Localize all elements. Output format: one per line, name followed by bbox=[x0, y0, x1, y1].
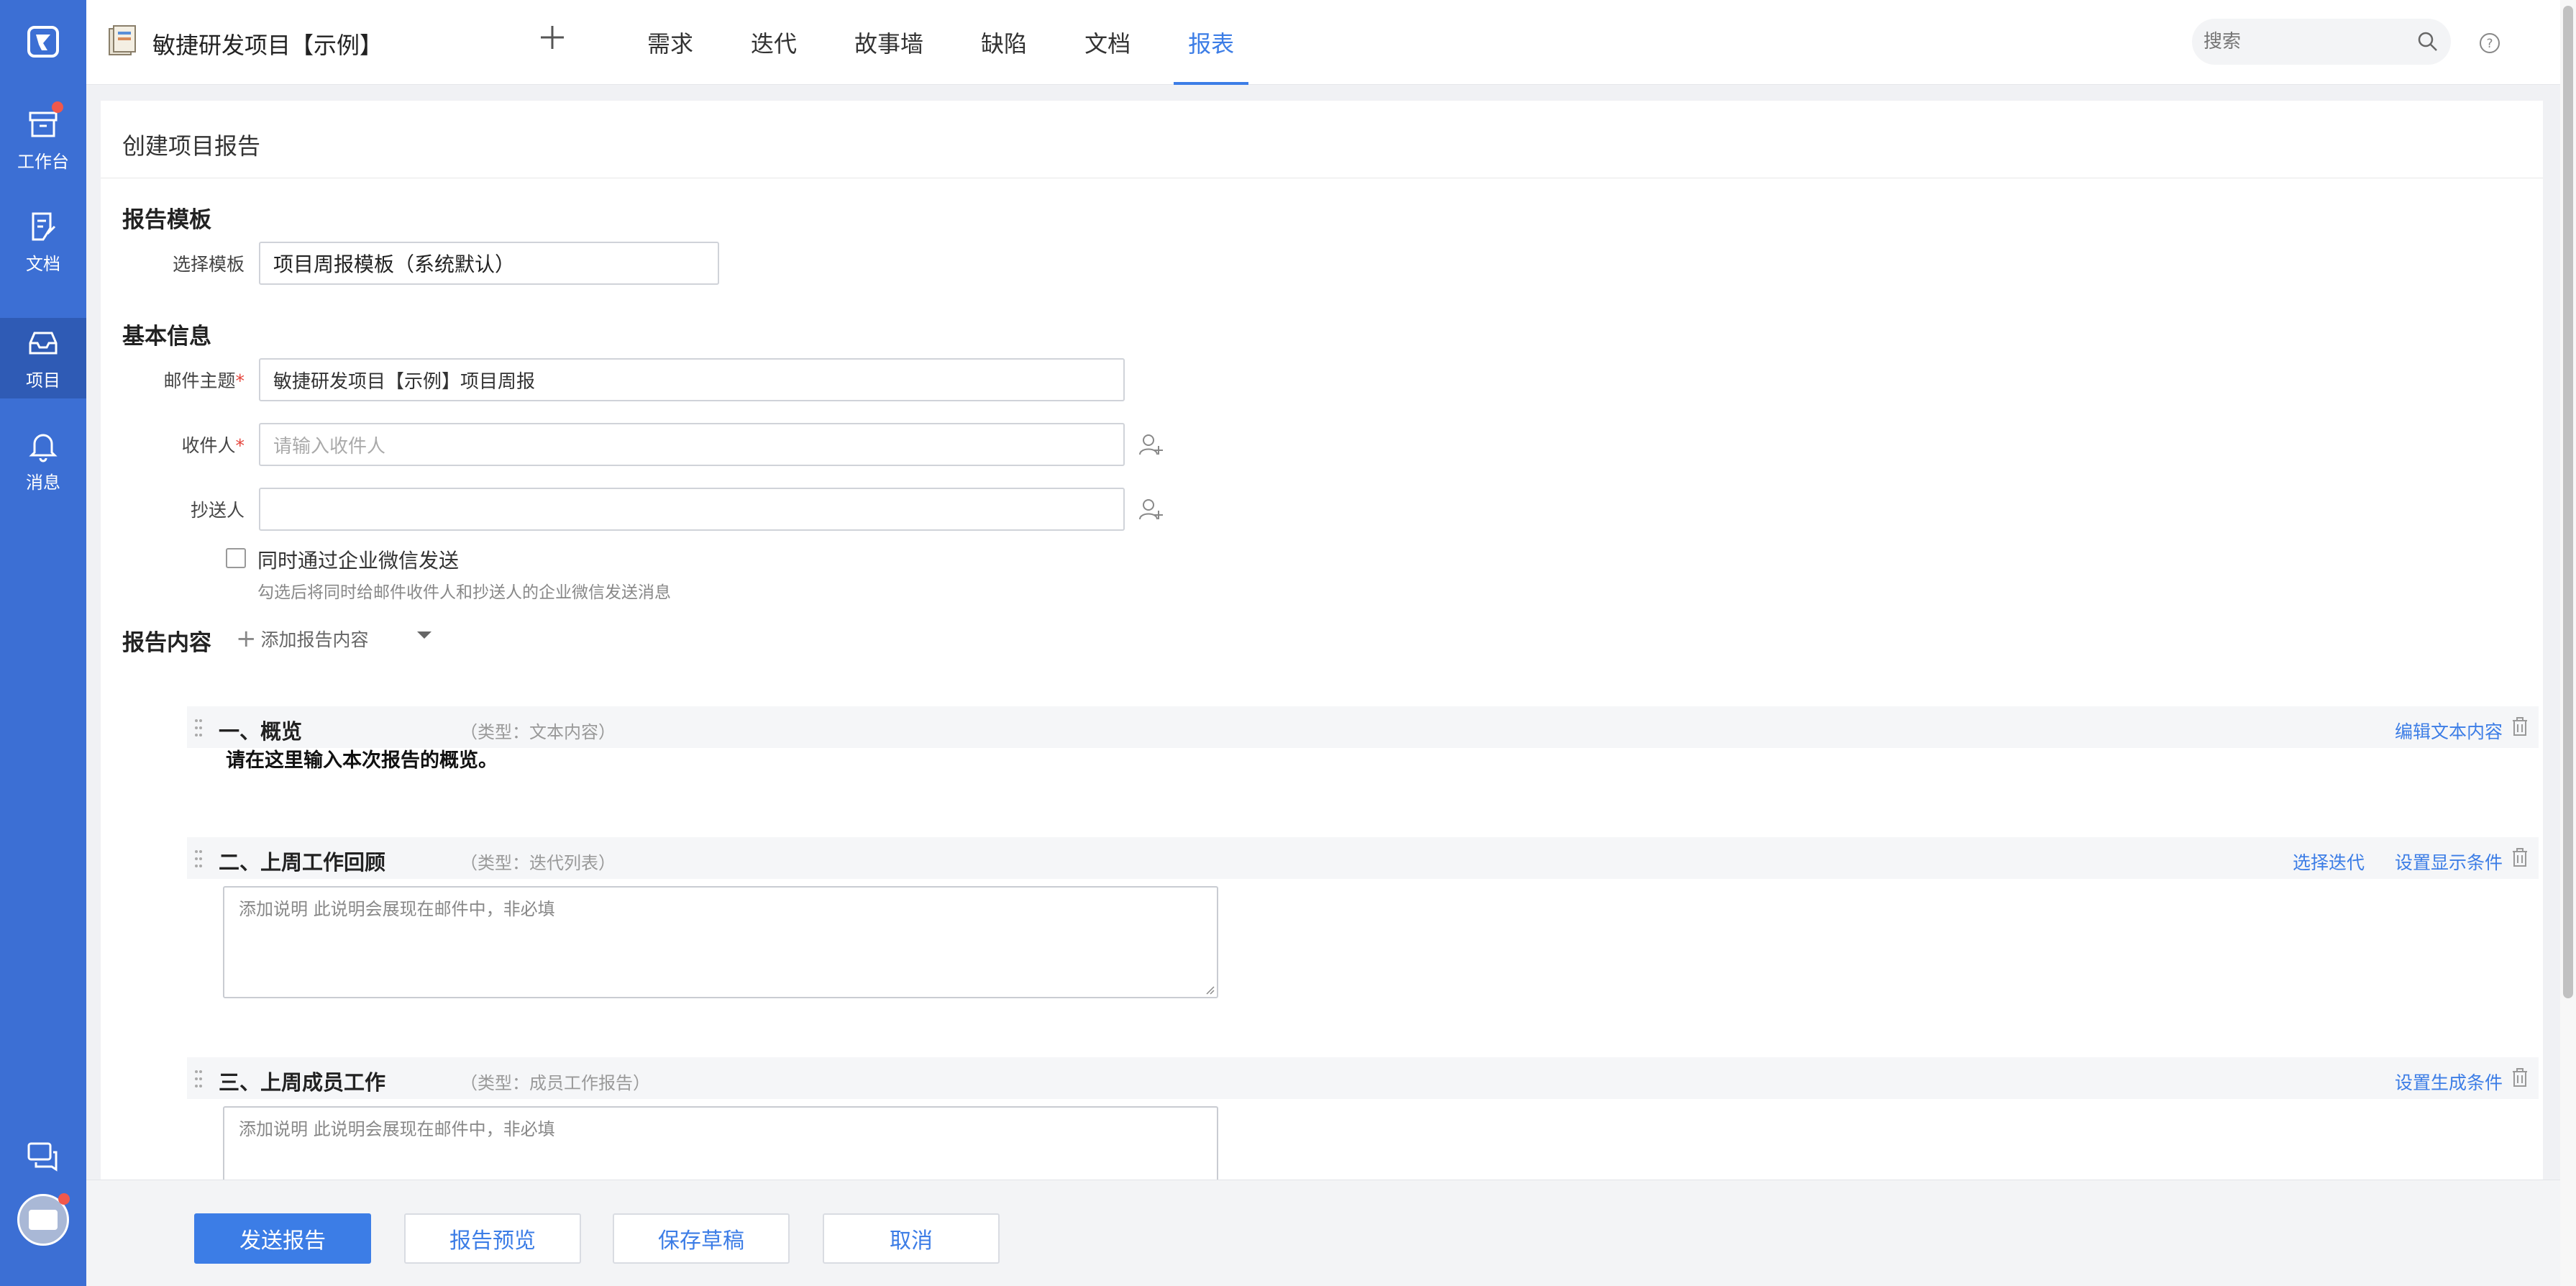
subject-label: 邮件主题* bbox=[163, 370, 245, 391]
sidebar-item-messages[interactable]: 消息 bbox=[0, 420, 86, 501]
wechat-checkbox[interactable] bbox=[226, 548, 246, 568]
notification-dot bbox=[52, 101, 63, 113]
sidebar-item-label: 项目 bbox=[26, 370, 60, 391]
plus-icon: + bbox=[236, 624, 257, 653]
logo-icon bbox=[27, 26, 59, 58]
tab-documents[interactable]: 文档 bbox=[1070, 0, 1145, 85]
overview-text[interactable]: 请在这里输入本次报告的概览。 bbox=[226, 744, 498, 772]
page-title: 创建项目报告 bbox=[122, 132, 261, 160]
template-select[interactable]: 项目周报模板（系统默认） bbox=[259, 242, 719, 285]
add-user-icon[interactable] bbox=[1138, 432, 1164, 457]
required-mark: * bbox=[235, 435, 245, 456]
review-description-textarea[interactable]: 添加说明 此说明会展现在邮件中，非必填 bbox=[223, 886, 1218, 998]
sidebar-item-projects[interactable]: 项目 bbox=[0, 318, 86, 398]
trash-icon[interactable] bbox=[2510, 1067, 2530, 1089]
set-display-condition-link[interactable]: 设置显示条件 bbox=[2395, 849, 2503, 875]
block-type: （类型：成员工作报告） bbox=[460, 1073, 650, 1093]
drag-handle-icon[interactable] bbox=[194, 718, 203, 738]
wechat-hint: 勾选后将同时给邮件收件人和抄送人的企业微信发送消息 bbox=[257, 583, 671, 602]
basic-info-title: 基本信息 bbox=[122, 324, 211, 350]
report-preview-button[interactable]: 报告预览 bbox=[404, 1213, 581, 1264]
sidebar-item-docs[interactable]: 文档 bbox=[0, 201, 86, 282]
add-user-icon[interactable] bbox=[1138, 496, 1164, 522]
plus-icon[interactable] bbox=[536, 22, 568, 53]
svg-text:?: ? bbox=[2486, 37, 2493, 51]
drag-handle-icon[interactable] bbox=[194, 849, 203, 869]
block-title: 二、上周工作回顾 bbox=[219, 850, 386, 875]
tab-reports[interactable]: 报表 bbox=[1174, 0, 1249, 85]
help-icon[interactable]: ? bbox=[2478, 32, 2501, 55]
resize-grip-icon[interactable] bbox=[1204, 984, 1215, 995]
app-root: 工作台 文档 项目 消息 敏捷研发项目【示例】 需求 迭代 故事墙 缺陷 文档 … bbox=[0, 0, 2576, 1286]
content-block-overview: 一、概览 （类型：文本内容） 编辑文本内容 bbox=[187, 706, 2539, 748]
cc-field[interactable] bbox=[259, 488, 1125, 531]
trash-icon[interactable] bbox=[2510, 716, 2530, 738]
sidebar-item-workbench[interactable]: 工作台 bbox=[0, 99, 86, 180]
tab-iterations[interactable]: 迭代 bbox=[736, 0, 811, 85]
trash-icon[interactable] bbox=[2510, 847, 2530, 869]
block-title: 一、概览 bbox=[219, 719, 303, 744]
main-tabs: 需求 迭代 故事墙 缺陷 文档 报表 bbox=[633, 0, 1277, 85]
send-report-button[interactable]: 发送报告 bbox=[194, 1213, 371, 1264]
block-title: 三、上周成员工作 bbox=[219, 1070, 386, 1095]
project-title[interactable]: 敏捷研发项目【示例】 bbox=[152, 27, 383, 60]
email-subject-field[interactable]: 敏捷研发项目【示例】项目周报 bbox=[259, 358, 1125, 401]
member-work-description-textarea[interactable]: 添加说明 此说明会展现在邮件中，非必填 bbox=[223, 1106, 1218, 1180]
required-mark: * bbox=[235, 370, 245, 391]
scrollbar-thumb[interactable] bbox=[2563, 6, 2573, 998]
search-box bbox=[2192, 19, 2451, 65]
template-section-title: 报告模板 bbox=[122, 207, 211, 233]
sidebar-item-label: 工作台 bbox=[17, 151, 69, 172]
drag-handle-icon[interactable] bbox=[194, 1069, 203, 1089]
recipient-field[interactable]: 请输入收件人 bbox=[259, 423, 1125, 466]
inbox-tray-icon bbox=[26, 326, 60, 360]
content-block-member-work: 三、上周成员工作 （类型：成员工作报告） 设置生成条件 bbox=[187, 1057, 2539, 1099]
sidebar-item-label: 文档 bbox=[26, 253, 60, 274]
action-bar: 发送报告 报告预览 保存草稿 取消 bbox=[86, 1180, 2560, 1286]
tab-defects[interactable]: 缺陷 bbox=[967, 0, 1041, 85]
block-type: （类型：迭代列表） bbox=[460, 853, 616, 873]
content-block-last-week-review: 二、上周工作回顾 （类型：迭代列表） 选择迭代 设置显示条件 bbox=[187, 837, 2539, 879]
scrollbar[interactable] bbox=[2560, 0, 2576, 1286]
save-draft-button[interactable]: 保存草稿 bbox=[613, 1213, 790, 1264]
search-input[interactable] bbox=[2203, 19, 2419, 65]
user-avatar[interactable] bbox=[17, 1193, 70, 1246]
app-logo[interactable] bbox=[0, 0, 86, 83]
recipient-label: 收件人* bbox=[181, 435, 245, 456]
project-icon bbox=[106, 24, 141, 59]
tab-story-wall[interactable]: 故事墙 bbox=[840, 0, 938, 85]
report-content-title: 报告内容 bbox=[122, 630, 211, 656]
block-type: （类型：文本内容） bbox=[460, 722, 616, 742]
edit-text-content-link[interactable]: 编辑文本内容 bbox=[2395, 718, 2503, 744]
notification-dot bbox=[58, 1193, 70, 1205]
wechat-checkbox-label[interactable]: 同时通过企业微信发送 bbox=[257, 545, 459, 574]
select-iteration-link[interactable]: 选择迭代 bbox=[2293, 849, 2365, 875]
chat-bubbles-icon[interactable] bbox=[26, 1139, 60, 1174]
cancel-button[interactable]: 取消 bbox=[823, 1213, 1000, 1264]
template-select-label: 选择模板 bbox=[172, 254, 245, 275]
top-bar: 敏捷研发项目【示例】 需求 迭代 故事墙 缺陷 文档 报表 搜索 ? bbox=[86, 0, 2560, 85]
add-report-content-button[interactable]: + 添加报告内容 bbox=[236, 624, 369, 653]
tab-requirements[interactable]: 需求 bbox=[633, 0, 708, 85]
left-sidebar: 工作台 文档 项目 消息 bbox=[0, 0, 86, 1286]
bell-icon bbox=[26, 428, 60, 462]
panel-header: 创建项目报告 bbox=[101, 101, 2543, 178]
chevron-down-icon[interactable] bbox=[417, 631, 431, 639]
report-form-panel: 创建项目报告 报告模板 选择模板 项目周报模板（系统默认） 基本信息 邮件主题*… bbox=[101, 101, 2543, 1180]
search-icon[interactable] bbox=[2416, 30, 2439, 53]
set-generate-condition-link[interactable]: 设置生成条件 bbox=[2395, 1069, 2503, 1095]
sidebar-item-label: 消息 bbox=[26, 472, 60, 493]
archive-box-icon bbox=[26, 101, 63, 142]
cc-label: 抄送人 bbox=[190, 500, 245, 521]
document-edit-icon bbox=[26, 209, 60, 244]
